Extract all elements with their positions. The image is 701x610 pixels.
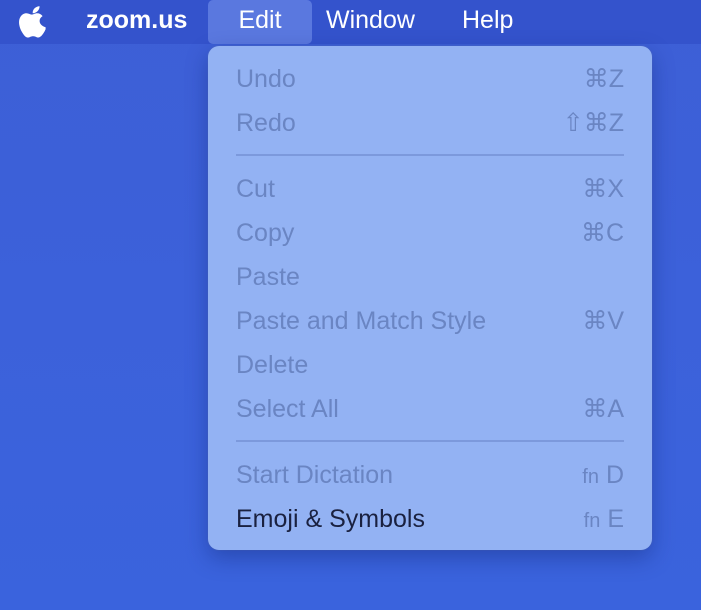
menu-item-shortcut: ⌘A <box>582 395 624 423</box>
menu-item-copy[interactable]: Copy ⌘C <box>208 211 652 255</box>
menu-item-shortcut: ⇧⌘Z <box>562 109 624 137</box>
menu-item-shortcut: ⌘X <box>582 175 624 203</box>
menu-item-shortcut: fn D <box>582 453 624 499</box>
menu-item-label: Undo <box>236 65 296 93</box>
menu-item-paste[interactable]: Paste <box>208 255 652 299</box>
menu-item-shortcut: ⌘C <box>580 219 624 247</box>
fn-key-label: fn <box>583 510 601 532</box>
menu-bar: zoom.us Edit Window Help <box>0 0 701 44</box>
menu-item-label: Paste and Match Style <box>236 307 487 335</box>
edit-menu-dropdown: Undo ⌘Z Redo ⇧⌘Z Cut ⌘X Copy ⌘C Paste Pa… <box>208 46 652 550</box>
menu-item-label: Select All <box>236 395 339 423</box>
menu-item-redo[interactable]: Redo ⇧⌘Z <box>208 101 652 145</box>
menu-item-start-dictation[interactable]: Start Dictation fn D <box>208 453 652 497</box>
menu-item-cut[interactable]: Cut ⌘X <box>208 167 652 211</box>
menu-item-paste-and-match-style[interactable]: Paste and Match Style ⌘V <box>208 299 652 343</box>
menu-item-shortcut: ⌘Z <box>583 65 624 93</box>
menu-window[interactable]: Window <box>326 0 415 44</box>
app-menu-zoom[interactable]: zoom.us <box>86 0 187 44</box>
menu-item-undo[interactable]: Undo ⌘Z <box>208 57 652 101</box>
menu-edit[interactable]: Edit <box>208 0 312 44</box>
shortcut-key: D <box>605 461 624 489</box>
fn-key-label: fn <box>582 466 599 488</box>
menu-item-label: Emoji & Symbols <box>236 505 425 533</box>
menu-item-label: Copy <box>236 219 295 247</box>
menu-help[interactable]: Help <box>462 0 513 44</box>
menu-item-label: Cut <box>236 175 275 203</box>
menu-item-delete[interactable]: Delete <box>208 343 652 387</box>
menu-item-shortcut: ⌘V <box>582 307 624 335</box>
shortcut-key: E <box>607 505 624 533</box>
menu-separator <box>236 154 624 156</box>
menu-item-shortcut: fn E <box>584 497 624 543</box>
menu-item-label: Delete <box>236 351 309 379</box>
menu-separator <box>236 440 624 442</box>
menu-item-select-all[interactable]: Select All ⌘A <box>208 387 652 431</box>
menu-item-emoji-symbols[interactable]: Emoji & Symbols fn E <box>208 497 652 541</box>
apple-logo-icon[interactable] <box>18 4 50 38</box>
menu-item-label: Redo <box>236 109 296 137</box>
menu-item-label: Paste <box>236 263 300 291</box>
menu-item-label: Start Dictation <box>236 461 394 489</box>
